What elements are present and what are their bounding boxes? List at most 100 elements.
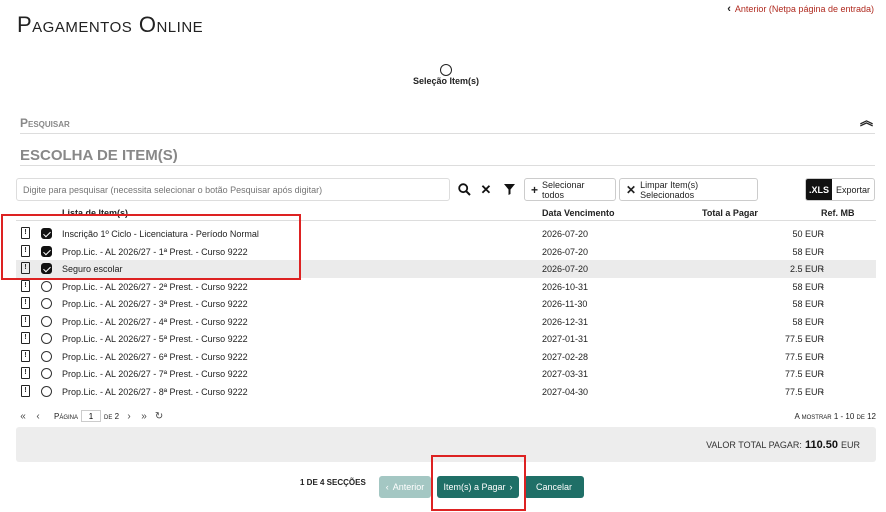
amount: 58 EUR (792, 316, 824, 327)
document-icon[interactable]: ! (21, 297, 30, 309)
previous-label: Anterior (392, 482, 425, 492)
search-section-header[interactable]: Pesquisar (20, 116, 875, 134)
pagination: « ‹ Página de 2 › » ↻ A mostrar 1 - 10 d… (16, 408, 876, 424)
col-header-ref[interactable]: Ref. MB (821, 208, 855, 218)
total-label: VALOR TOTAL PAGAR: (706, 439, 802, 450)
mb-reference: - (821, 369, 824, 379)
mb-reference: - (821, 281, 824, 292)
mb-reference: - (821, 334, 824, 344)
due-date: 2027-04-30 (542, 386, 589, 397)
select-all-label: Selecionar todos (542, 179, 585, 200)
due-date: 2027-02-28 (542, 351, 589, 362)
item-name: Prop.Lic. - AL 2026/27 - 7ª Prest. - Cur… (62, 369, 248, 379)
back-link-label: Anterior (Netpa página de entrada) (734, 4, 874, 14)
section-counter: 1 DE 4 SECÇÕES (300, 478, 366, 487)
chevron-left-icon: ‹ (385, 482, 389, 492)
items-section-header: ESCOLHA DE ITEM(S) (20, 147, 875, 166)
clear-search-icon[interactable]: ✕ (474, 178, 498, 201)
col-header-total[interactable]: Total a Pagar (702, 208, 758, 218)
cancel-label: Cancelar (535, 482, 573, 492)
close-icon: ✕ (626, 182, 637, 197)
row-checkbox[interactable] (41, 333, 52, 344)
document-icon[interactable]: ! (21, 384, 30, 397)
highlight-selected-items (1, 214, 301, 280)
collapse-icon[interactable]: ︽ (860, 114, 873, 127)
row-checkbox[interactable] (41, 315, 52, 327)
export-label: Exportar (835, 184, 870, 195)
row-checkbox[interactable] (41, 298, 52, 309)
refresh-icon[interactable]: ↻ (152, 411, 166, 422)
item-name: Prop.Lic. - AL 2026/27 - 2ª Prest. - Cur… (62, 281, 248, 292)
page-of-label: de 2 (104, 411, 120, 421)
col-header-date[interactable]: Data Vencimento (542, 208, 615, 218)
step-label: Seleção Item(s) (412, 76, 480, 86)
highlight-next-button (431, 455, 526, 511)
export-button[interactable]: .XLS Exportar (805, 178, 875, 201)
amount: 77.5 EUR (784, 334, 824, 344)
table-row[interactable]: ! Prop.Lic. - AL 2026/27 - 2ª Prest. - Cu… (16, 278, 876, 296)
table-row[interactable]: ! Prop.Lic. - AL 2026/27 - 6ª Prest. - Cu… (16, 348, 876, 366)
mb-reference: - (821, 386, 824, 397)
amount: 58 EUR (792, 299, 824, 309)
previous-button[interactable]: ‹ Anterior (379, 476, 431, 498)
clear-selected-button[interactable]: ✕ Limpar Item(s) Selecionados (619, 178, 758, 201)
page-label: Página (54, 411, 79, 421)
due-date: 2026-07-20 (542, 264, 589, 274)
mb-reference: - (821, 351, 824, 362)
back-link[interactable]: ‹ Anterior (Netpa página de entrada) (727, 3, 874, 15)
total-currency: EUR (840, 439, 860, 450)
due-date: 2026-10-31 (542, 281, 589, 292)
row-checkbox[interactable] (41, 368, 52, 379)
due-date: 2026-11-30 (542, 299, 588, 309)
prev-page-icon[interactable]: ‹ (31, 411, 45, 422)
row-checkbox[interactable] (41, 350, 52, 362)
table-row[interactable]: ! Prop.Lic. - AL 2026/27 - 4ª Prest. - Cu… (16, 313, 876, 331)
search-input[interactable] (16, 178, 450, 201)
amount: 77.5 EUR (784, 369, 824, 379)
row-checkbox[interactable] (41, 280, 52, 292)
amount: 50 EUR (792, 229, 824, 239)
document-icon[interactable]: ! (21, 332, 30, 344)
xls-icon: .XLS (806, 179, 832, 200)
last-page-icon[interactable]: » (137, 411, 151, 422)
first-page-icon[interactable]: « (16, 411, 30, 422)
page-input[interactable] (81, 410, 102, 422)
due-date: 2026-07-20 (542, 246, 589, 257)
document-icon[interactable]: ! (21, 279, 30, 292)
document-icon[interactable]: ! (21, 349, 30, 362)
table-row[interactable]: ! Prop.Lic. - AL 2026/27 - 8ª Prest. - Cu… (16, 383, 876, 401)
due-date: 2027-01-31 (542, 334, 589, 344)
chevron-left-icon: ‹ (727, 3, 731, 15)
item-name: Prop.Lic. - AL 2026/27 - 8ª Prest. - Cur… (62, 386, 248, 397)
amount: 58 EUR (792, 246, 824, 257)
search-icon[interactable] (452, 178, 476, 201)
mb-reference: - (821, 246, 824, 257)
clear-selected-label: Limpar Item(s) Selecionados (640, 179, 699, 200)
next-page-icon[interactable]: › (122, 411, 136, 422)
due-date: 2026-12-31 (542, 316, 589, 327)
item-name: Prop.Lic. - AL 2026/27 - 5ª Prest. - Cur… (62, 334, 248, 344)
mb-reference: - (821, 264, 824, 274)
amount: 58 EUR (792, 281, 824, 292)
amount: 2.5 EUR (789, 264, 824, 274)
document-icon[interactable]: ! (21, 314, 30, 327)
table-row[interactable]: ! Prop.Lic. - AL 2026/27 - 7ª Prest. - Cu… (16, 365, 876, 383)
amount: 77.5 EUR (784, 386, 824, 397)
range-label: A mostrar 1 - 10 de 12 (794, 411, 876, 421)
step-indicator (440, 64, 452, 76)
total-value: 110.50 (804, 438, 838, 451)
table-row[interactable]: ! Prop.Lic. - AL 2026/27 - 3ª Prest. - Cu… (16, 295, 876, 313)
mb-reference: - (821, 229, 824, 239)
row-checkbox[interactable] (41, 385, 52, 397)
document-icon[interactable]: ! (21, 367, 30, 379)
mb-reference: - (821, 299, 824, 309)
plus-icon: + (531, 182, 539, 197)
due-date: 2026-07-20 (542, 229, 589, 239)
mb-reference: - (821, 316, 824, 327)
item-name: Prop.Lic. - AL 2026/27 - 4ª Prest. - Cur… (62, 316, 248, 327)
cancel-button[interactable]: Cancelar (524, 476, 584, 498)
filter-icon[interactable] (497, 178, 521, 201)
table-row[interactable]: ! Prop.Lic. - AL 2026/27 - 5ª Prest. - Cu… (16, 330, 876, 348)
select-all-button[interactable]: + Selecionar todos (524, 178, 616, 201)
item-name: Prop.Lic. - AL 2026/27 - 3ª Prest. - Cur… (62, 299, 248, 309)
